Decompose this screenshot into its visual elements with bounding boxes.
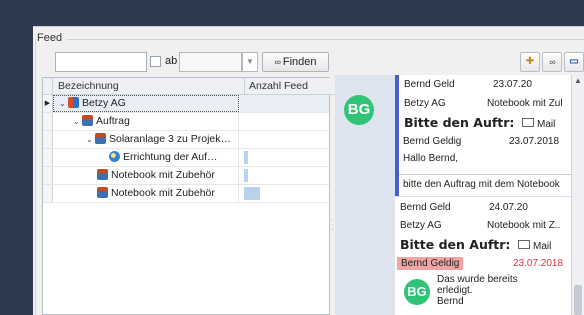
column-header-anzahl-feed[interactable]: Anzahl Feed xyxy=(245,78,335,95)
window-icon[interactable]: ▭ xyxy=(564,52,584,72)
date-combo[interactable] xyxy=(179,52,242,72)
scroll-up-icon[interactable]: ▲ xyxy=(574,76,582,85)
column-header-bezeichnung[interactable]: Bezeichnung xyxy=(53,78,245,95)
reply-line-2: erledigt. xyxy=(437,285,473,296)
tree-cell[interactable]: ⌄ Betzy AG xyxy=(53,95,239,112)
find-button-label: Finden xyxy=(282,56,317,68)
feed-company: Betzy AG xyxy=(400,220,442,231)
feed-panel: Feed ab ▼ ∞ Finden Bezeichnung Anzahl Fee… xyxy=(33,26,584,315)
tree-label: Errichtung der Auf… xyxy=(123,151,218,163)
binoculars-icon: ∞ xyxy=(274,57,281,67)
tree-cell[interactable]: Notebook mit Zubehör xyxy=(53,167,239,184)
legend-divider xyxy=(67,39,584,40)
tree-label: Notebook mit Zubehör xyxy=(111,187,215,199)
avatar: BG xyxy=(344,95,374,125)
document-icon xyxy=(82,115,93,126)
feed-scrollbar[interactable]: ▲ xyxy=(571,75,584,315)
row-indicator xyxy=(43,167,53,184)
feed-title: Bitte den Auftr: xyxy=(400,237,511,252)
feed-subject: Notebook mit Z.. xyxy=(487,220,561,231)
feed-author: Bernd Geld xyxy=(404,79,455,90)
count-cell xyxy=(240,131,329,148)
feed-author: Bernd Geld xyxy=(400,202,451,213)
count-cell xyxy=(240,149,329,166)
feed-date: 23.07.20 xyxy=(493,79,532,90)
feed-sender: Bernd Geldig xyxy=(403,136,462,147)
globe-icon xyxy=(109,151,120,162)
splitter-grip-icon: · · · xyxy=(331,215,334,234)
reply-avatar: BG xyxy=(404,279,430,305)
tree-label: Solaranlage 3 zu Projek… xyxy=(109,133,231,145)
grid-row-selector-header xyxy=(43,78,53,95)
row-indicator xyxy=(43,185,53,202)
count-cell xyxy=(240,167,329,184)
document-icon xyxy=(97,187,108,198)
count-cell xyxy=(240,95,329,112)
tree-label: Betzy AG xyxy=(82,97,126,109)
tree-cell[interactable]: ⌄ Auftrag xyxy=(53,113,239,130)
feed-company: Betzy AG xyxy=(404,98,446,109)
row-indicator xyxy=(43,113,53,130)
chevron-down-icon[interactable]: ▼ xyxy=(242,52,258,72)
feed-type: Mail xyxy=(515,240,551,252)
document-icon xyxy=(97,169,108,180)
table-row[interactable]: Notebook mit Zubehör xyxy=(43,185,329,203)
feed-list: BG Bernd Geld 23.07.20 Betzy AG Notebook… xyxy=(335,75,571,315)
reply-line-1: Das wurde bereits xyxy=(437,274,518,285)
binoculars-icon[interactable]: ∞ xyxy=(542,52,562,72)
feed-type-label: Mail xyxy=(533,241,552,252)
row-indicator-icon: ▶ xyxy=(43,95,53,112)
count-cell xyxy=(240,185,329,202)
table-row[interactable]: ⌄ Solaranlage 3 zu Projek… xyxy=(43,131,329,149)
mail-icon xyxy=(522,118,534,127)
feed-sender-date: 23.07.2018 xyxy=(509,136,560,147)
count-cell xyxy=(240,113,329,130)
chevron-down-icon[interactable]: ⌄ xyxy=(86,131,95,148)
tree-label: Notebook mit Zubehör xyxy=(111,169,215,181)
tree-label: Auftrag xyxy=(96,115,130,127)
feed-sender-badge: Bernd Geldig xyxy=(397,257,464,270)
feed-type: Mail xyxy=(519,118,555,130)
scroll-thumb[interactable] xyxy=(574,285,582,315)
count-bar xyxy=(244,169,248,182)
feed-item[interactable]: Bernd Geld 24.07.20 Betzy AG Notebook mi… xyxy=(395,197,571,315)
ab-checkbox[interactable] xyxy=(150,56,161,67)
divider xyxy=(399,174,571,175)
find-button[interactable]: ∞ Finden xyxy=(262,52,329,72)
group-icon xyxy=(68,97,79,108)
row-indicator xyxy=(43,149,53,166)
fieldset-border xyxy=(35,39,36,315)
feed-legend: Feed xyxy=(37,32,66,44)
tree-grid: Bezeichnung Anzahl Feed ▶ ⌄ Betzy AG ⌄ Auf… xyxy=(42,77,335,315)
ab-label: ab xyxy=(165,55,178,67)
table-row[interactable]: Notebook mit Zubehör xyxy=(43,167,329,185)
document-icon xyxy=(95,133,106,144)
feed-greeting: Hallo Bernd, xyxy=(403,153,459,164)
chevron-down-icon[interactable]: ⌄ xyxy=(73,113,82,130)
mail-icon xyxy=(518,240,530,249)
feed-title: Bitte den Auftr: xyxy=(404,115,515,130)
row-indicator xyxy=(43,131,53,148)
feed-sender-date: 23.07.2018 xyxy=(513,258,564,269)
reply-line-3: Bernd xyxy=(437,296,464,307)
count-bar xyxy=(244,187,260,200)
count-bar xyxy=(244,151,248,164)
table-row[interactable]: ▶ ⌄ Betzy AG xyxy=(43,95,329,113)
tree-cell[interactable]: Errichtung der Auf… xyxy=(53,149,239,166)
feed-subject: Notebook mit Zul xyxy=(487,98,563,109)
table-row[interactable]: ⌄ Auftrag xyxy=(43,113,329,131)
table-row[interactable]: Errichtung der Auf… xyxy=(43,149,329,167)
feed-body: bitte den Auftrag mit dem Notebook xyxy=(403,179,560,190)
chevron-down-icon[interactable]: ⌄ xyxy=(59,95,68,112)
feed-item[interactable]: Bernd Geld 23.07.20 Betzy AG Notebook mi… xyxy=(395,75,571,196)
feed-date: 24.07.20 xyxy=(489,202,528,213)
tree-cell[interactable]: ⌄ Solaranlage 3 zu Projek… xyxy=(53,131,239,148)
search-input[interactable] xyxy=(55,52,147,72)
feed-type-label: Mail xyxy=(537,119,556,130)
tree-cell[interactable]: Notebook mit Zubehör xyxy=(53,185,239,202)
add-feed-icon[interactable]: ✚ xyxy=(520,52,540,72)
